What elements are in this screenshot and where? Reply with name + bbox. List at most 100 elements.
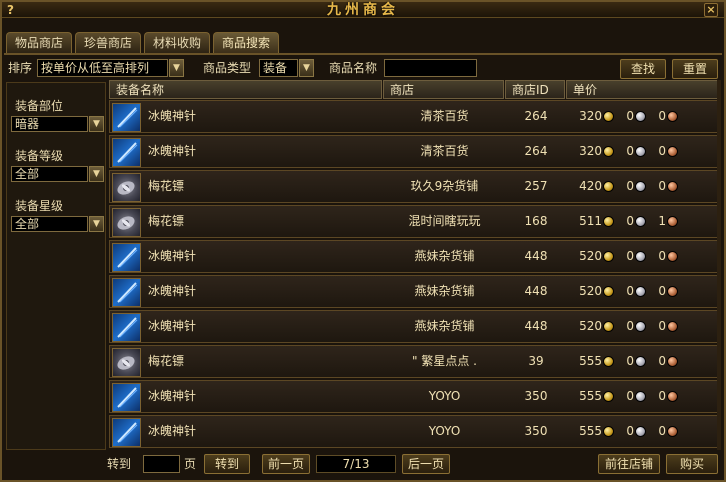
buy-button[interactable]: 购买 xyxy=(666,454,718,474)
price: 511 0 1 xyxy=(570,206,720,237)
col-header-shop-id[interactable]: 商店ID xyxy=(505,80,565,99)
gold-coin-icon xyxy=(603,356,614,367)
tab-material-buy[interactable]: 材料收购 xyxy=(144,32,211,54)
star-select[interactable]: 全部 xyxy=(11,216,88,232)
item-name: 梅花镖 xyxy=(148,214,185,228)
shop-id: 448 xyxy=(524,319,548,333)
type-select[interactable]: 装备 xyxy=(259,59,298,77)
table-row[interactable]: 梅花镖 " 繁星点点 . 39 555 0 0 xyxy=(109,345,721,378)
table-row[interactable]: 冰魄神针 YOYO 350 555 0 0 xyxy=(109,415,721,448)
level-select[interactable]: 全部 xyxy=(11,166,88,182)
dart-icon[interactable] xyxy=(112,173,141,202)
col-header-name[interactable]: 装备名称 xyxy=(109,80,382,99)
prev-page-button[interactable]: 前一页 xyxy=(262,454,310,474)
gold-coin-icon xyxy=(603,216,614,227)
col-header-price[interactable]: 单价 xyxy=(566,80,721,99)
window-title: 九州商会 xyxy=(327,2,399,18)
table-row[interactable]: 冰魄神针 燕妹杂货铺 448 520 0 0 xyxy=(109,275,721,308)
price-copper: 0 xyxy=(658,109,666,123)
tab-item-shop[interactable]: 物品商店 xyxy=(6,32,73,54)
copper-coin-icon xyxy=(667,391,678,402)
price: 555 0 0 xyxy=(570,416,720,447)
table-row[interactable]: 梅花镖 玖久9杂货铺 257 420 0 0 xyxy=(109,170,721,203)
tab-pet-shop[interactable]: 珍兽商店 xyxy=(75,32,142,54)
table-row[interactable]: 冰魄神针 燕妹杂货铺 448 520 0 0 xyxy=(109,240,721,273)
tab-item-search[interactable]: 商品搜索 xyxy=(213,32,280,54)
price: 555 0 0 xyxy=(570,346,720,377)
reset-button[interactable]: 重置 xyxy=(672,59,718,79)
item-name: 冰魄神针 xyxy=(148,319,197,333)
silver-coin-icon xyxy=(635,426,646,437)
slot-label: 装备部位 xyxy=(15,99,64,113)
item-name: 冰魄神针 xyxy=(148,249,197,263)
name-input[interactable] xyxy=(384,59,477,77)
star-dropdown-icon[interactable]: ▼ xyxy=(89,216,104,232)
dart-icon[interactable] xyxy=(112,208,141,237)
copper-coin-icon xyxy=(667,321,678,332)
price-gold: 320 xyxy=(579,109,602,123)
close-button[interactable]: × xyxy=(704,3,718,17)
item-name: 冰魄神针 xyxy=(148,284,197,298)
slot-dropdown-icon[interactable]: ▼ xyxy=(89,116,104,132)
page-input[interactable] xyxy=(143,455,180,473)
col-header-shop[interactable]: 商店 xyxy=(383,80,504,99)
silver-coin-icon xyxy=(635,356,646,367)
price-copper: 1 xyxy=(658,214,666,228)
item-name: 冰魄神针 xyxy=(148,389,197,403)
type-dropdown-icon[interactable]: ▼ xyxy=(299,59,314,77)
shop-name: 清茶百货 xyxy=(420,144,469,158)
pagination-bar: 转到 页 转到 前一页 7/13 后一页 前往店铺 购买 xyxy=(6,454,722,476)
table-row[interactable]: 梅花镖 混时间瞎玩玩 168 511 0 1 xyxy=(109,205,721,238)
scrollbar[interactable] xyxy=(717,80,721,450)
shop-id: 448 xyxy=(524,249,548,263)
table-row[interactable]: 冰魄神针 燕妹杂货铺 448 520 0 0 xyxy=(109,310,721,343)
gold-coin-icon xyxy=(603,181,614,192)
price-silver: 0 xyxy=(626,249,634,263)
table-row[interactable]: 冰魄神针 清茶百货 264 320 0 0 xyxy=(109,135,721,168)
silver-coin-icon xyxy=(635,146,646,157)
goto-button[interactable]: 转到 xyxy=(204,454,250,474)
table-header: 装备名称 商店 商店ID 单价 xyxy=(109,80,721,99)
table-row[interactable]: 冰魄神针 YOYO 350 555 0 0 xyxy=(109,380,721,413)
price: 520 0 0 xyxy=(570,276,720,307)
search-button[interactable]: 查找 xyxy=(620,59,666,79)
dart-icon[interactable] xyxy=(112,348,141,377)
price-silver: 0 xyxy=(626,214,634,228)
sort-select[interactable]: 按单价从低至高排列 xyxy=(37,59,168,77)
price: 320 0 0 xyxy=(570,101,720,132)
copper-coin-icon xyxy=(667,111,678,122)
needle-icon[interactable] xyxy=(112,103,141,132)
visit-shop-button[interactable]: 前往店铺 xyxy=(598,454,660,474)
level-dropdown-icon[interactable]: ▼ xyxy=(89,166,104,182)
needle-icon[interactable] xyxy=(112,313,141,342)
title-bar[interactable]: ? 九州商会 × xyxy=(2,2,724,18)
shop-name: 燕妹杂货铺 xyxy=(414,284,475,298)
result-table: 装备名称 商店 商店ID 单价 冰魄神针 清茶百货 264 320 0 0 冰魄神针 清茶百货… xyxy=(109,80,721,450)
table-row[interactable]: 冰魄神针 清茶百货 264 320 0 0 xyxy=(109,100,721,133)
gold-coin-icon xyxy=(603,111,614,122)
silver-coin-icon xyxy=(635,216,646,227)
needle-icon[interactable] xyxy=(112,278,141,307)
price-gold: 555 xyxy=(579,354,602,368)
gold-coin-icon xyxy=(603,251,614,262)
slot-select[interactable]: 暗器 xyxy=(11,116,88,132)
copper-coin-icon xyxy=(667,286,678,297)
sort-dropdown-icon[interactable]: ▼ xyxy=(169,59,184,77)
price-gold: 520 xyxy=(579,319,602,333)
next-page-button[interactable]: 后一页 xyxy=(402,454,450,474)
shop-id: 350 xyxy=(524,389,548,403)
tab-bar: 物品商店 珍兽商店 材料收购 商品搜索 xyxy=(6,32,280,54)
copper-coin-icon xyxy=(667,181,678,192)
shop-name: 燕妹杂货铺 xyxy=(414,319,475,333)
needle-icon[interactable] xyxy=(112,138,141,167)
price-silver: 0 xyxy=(626,424,634,438)
needle-icon[interactable] xyxy=(112,418,141,447)
shop-id: 39 xyxy=(528,354,544,368)
price-silver: 0 xyxy=(626,144,634,158)
needle-icon[interactable] xyxy=(112,243,141,272)
type-label: 商品类型 xyxy=(203,61,252,75)
price-copper: 0 xyxy=(658,144,666,158)
filter-row: 排序 按单价从低至高排列 ▼ 商品类型 装备 ▼ 商品名称 查找 重置 xyxy=(6,59,722,79)
silver-coin-icon xyxy=(635,286,646,297)
needle-icon[interactable] xyxy=(112,383,141,412)
